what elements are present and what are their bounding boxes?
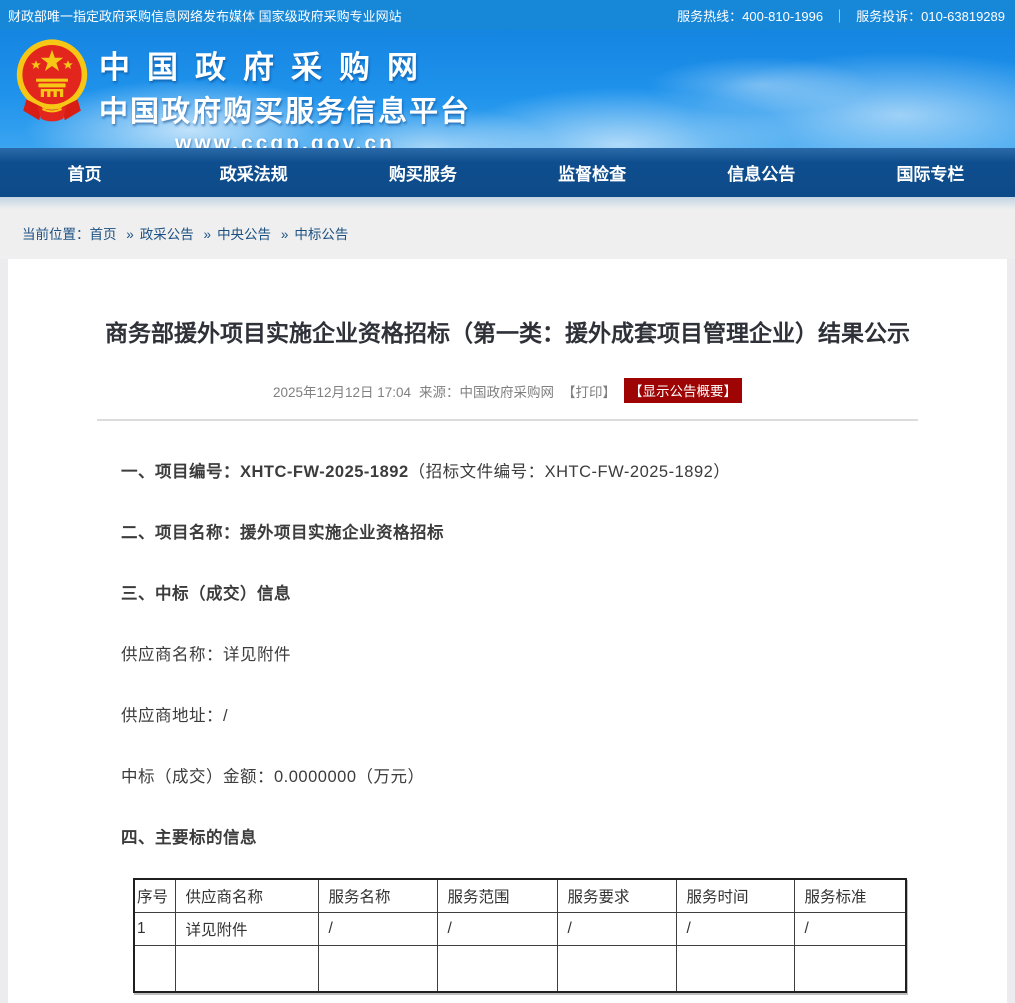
breadcrumb-prefix: 当前位置： <box>22 227 90 242</box>
service-hotline: 服务热线：400-810-1996 <box>677 6 823 25</box>
site-name: 中国政府采购网 <box>99 42 471 87</box>
article-title: 商务部援外项目实施企业资格招标（第一类：援外成套项目管理企业）结果公示 <box>8 314 1007 348</box>
cell-service-time: / <box>676 913 794 946</box>
site-subtitle: 中国政府购买服务信息平台 <box>99 88 471 130</box>
nav-item-supervision[interactable]: 监督检查 <box>508 160 677 185</box>
lot-info-table-wrap: 序号 供应商名称 服务名称 服务范围 服务要求 服务时间 服务标准 1 详见附件… <box>133 878 1007 993</box>
col-header-service-time: 服务时间 <box>676 879 794 913</box>
table-row: 1 详见附件 / / / / / <box>134 913 906 946</box>
article-source: 来源：中国政府采购网 <box>419 381 554 401</box>
site-tagline: 财政部唯一指定政府采购信息网络发布媒体 国家级政府采购专业网站 <box>8 6 402 25</box>
top-utility-bar: 财政部唯一指定政府采购信息网络发布媒体 国家级政府采购专业网站 服务热线：400… <box>0 0 1015 30</box>
table-row-empty <box>134 946 906 992</box>
cell-service-standard <box>794 946 906 992</box>
cell-service-scope: / <box>437 913 557 946</box>
nav-item-home[interactable]: 首页 <box>0 160 169 185</box>
cell-supplier-name <box>175 946 318 992</box>
cell-service-standard: / <box>794 913 906 946</box>
paragraph-supplier-name: 供应商名称：详见附件 <box>121 641 947 665</box>
col-header-service-name: 服务名称 <box>318 879 437 913</box>
nav-item-international[interactable]: 国际专栏 <box>846 160 1015 185</box>
col-header-service-scope: 服务范围 <box>437 879 557 913</box>
cell-supplier-name: 详见附件 <box>175 913 318 946</box>
lot-info-table: 序号 供应商名称 服务名称 服务范围 服务要求 服务时间 服务标准 1 详见附件… <box>133 878 907 993</box>
paragraph-supplier-address: 供应商地址：/ <box>121 702 947 726</box>
cell-index: 1 <box>134 913 175 946</box>
topbar-separator: ｜ <box>833 6 846 25</box>
cell-service-requirements: / <box>557 913 676 946</box>
breadcrumb-separator: » <box>281 227 289 242</box>
site-url: www.ccgp.gov.cn <box>99 132 471 148</box>
site-header: 中国政府采购网 中国政府购买服务信息平台 www.ccgp.gov.cn <box>0 30 1015 148</box>
publish-datetime: 2025年12月12日 17:04 <box>273 381 411 401</box>
breadcrumb-separator: » <box>204 227 212 242</box>
breadcrumb-home-link[interactable]: 首页 <box>90 227 117 242</box>
breadcrumb-central-link[interactable]: 中央公告 <box>217 227 271 242</box>
breadcrumb-zhengcai-link[interactable]: 政采公告 <box>140 227 194 242</box>
cell-service-requirements <box>557 946 676 992</box>
main-navigation: 首页 政采法规 购买服务 监督检查 信息公告 国际专栏 <box>0 148 1015 197</box>
article-content-card: 商务部援外项目实施企业资格招标（第一类：援外成套项目管理企业）结果公示 2025… <box>8 259 1007 1003</box>
cell-service-name: / <box>318 913 437 946</box>
cell-service-time <box>676 946 794 992</box>
table-header-row: 序号 供应商名称 服务名称 服务范围 服务要求 服务时间 服务标准 <box>134 879 906 913</box>
paragraph-award-amount: 中标（成交）金额：0.0000000（万元） <box>121 763 947 787</box>
col-header-service-standard: 服务标准 <box>794 879 906 913</box>
paragraph-project-name: 二、项目名称：援外项目实施企业资格招标 <box>121 519 947 543</box>
print-button[interactable]: 【打印】 <box>562 381 616 401</box>
china-national-emblem-icon <box>12 37 92 138</box>
title-divider <box>97 419 918 421</box>
nav-bottom-fade <box>0 197 1015 210</box>
cell-service-scope <box>437 946 557 992</box>
cell-index <box>134 946 175 992</box>
article-meta-row: 2025年12月12日 17:04 来源：中国政府采购网 【打印】 【显示公告概… <box>8 378 1007 403</box>
cell-service-name <box>318 946 437 992</box>
nav-item-regulations[interactable]: 政采法规 <box>169 160 338 185</box>
col-header-index: 序号 <box>134 879 175 913</box>
breadcrumb: 当前位置：首页 » 政采公告 » 中央公告 » 中标公告 <box>0 210 1015 259</box>
paragraph-lot-info-heading: 四、主要标的信息 <box>121 824 947 848</box>
article-body: 一、项目编号：XHTC-FW-2025-1892（招标文件编号：XHTC-FW-… <box>121 458 947 848</box>
service-complaints: 服务投诉：010-63819289 <box>856 6 1005 25</box>
breadcrumb-separator: » <box>126 227 134 242</box>
site-wordmark: 中国政府采购网 中国政府购买服务信息平台 www.ccgp.gov.cn <box>99 42 471 148</box>
col-header-supplier-name: 供应商名称 <box>175 879 318 913</box>
paragraph-project-number: 一、项目编号：XHTC-FW-2025-1892（招标文件编号：XHTC-FW-… <box>121 458 947 482</box>
nav-item-announcements[interactable]: 信息公告 <box>677 160 846 185</box>
paragraph-award-info-heading: 三、中标（成交）信息 <box>121 580 947 604</box>
nav-item-purchase-services[interactable]: 购买服务 <box>338 160 507 185</box>
breadcrumb-award-link[interactable]: 中标公告 <box>294 227 348 242</box>
show-summary-button[interactable]: 【显示公告概要】 <box>624 378 742 403</box>
col-header-service-requirements: 服务要求 <box>557 879 676 913</box>
